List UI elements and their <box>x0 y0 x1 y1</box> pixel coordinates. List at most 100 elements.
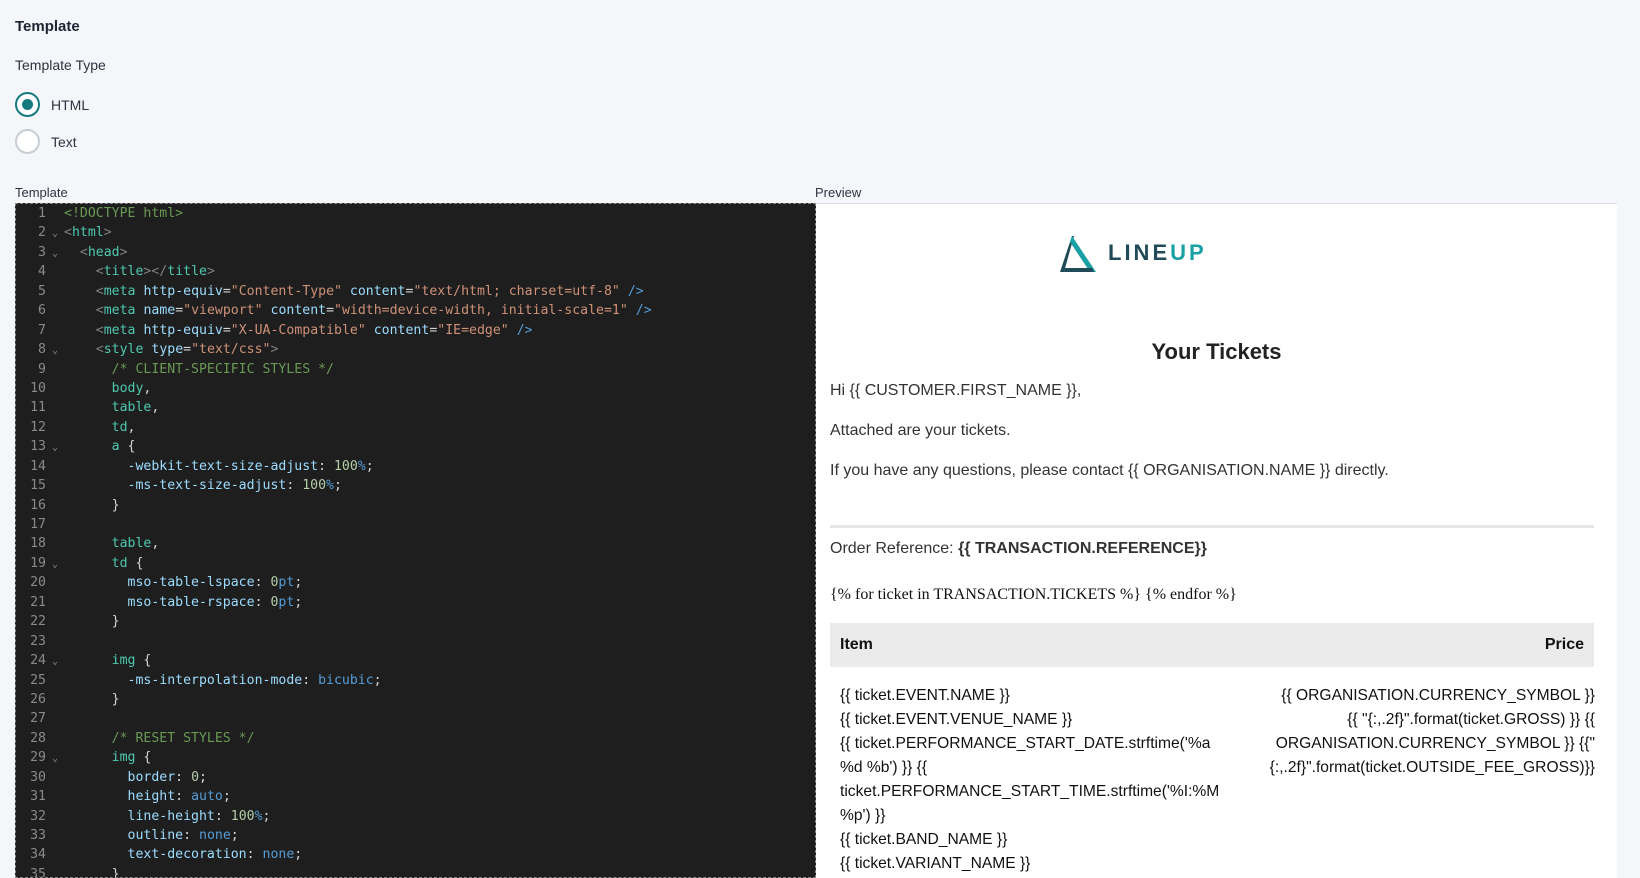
code-line[interactable]: 12 td, <box>16 418 815 437</box>
line-number: 29 <box>30 750 46 766</box>
code-text: } <box>64 614 120 630</box>
code-line[interactable]: 17 <box>16 515 815 534</box>
code-line[interactable]: 2 ⌄ <html> <box>16 223 815 242</box>
order-reference-value: {{ TRANSACTION.REFERENCE}} <box>958 540 1207 557</box>
code-line[interactable]: 7 <meta http-equiv="X-UA-Compatible" con… <box>16 321 815 340</box>
code-text: <!DOCTYPE html> <box>64 206 184 221</box>
table-header: Item Price <box>830 623 1594 667</box>
code-text: table, <box>111 536 160 552</box>
template-type-label: Template Type <box>15 57 106 73</box>
code-text: <meta name="viewport" content="width=dev… <box>95 303 652 319</box>
line-number: 30 <box>30 769 46 785</box>
code-line[interactable]: 14 -webkit-text-size-adjust: 100%; <box>16 457 815 476</box>
item-line: {{ ticket.PERFORMANCE_START_DATE.strftim… <box>840 735 1211 752</box>
code-line[interactable]: 22 } <box>16 612 815 631</box>
code-editor[interactable]: 1 <!DOCTYPE html> 2 ⌄ <html> 3 ⌄ <head> 4 <titl… <box>15 203 816 878</box>
code-line[interactable]: 3 ⌄ <head> <box>16 243 815 262</box>
code-line[interactable]: 15 -ms-text-size-adjust: 100%; <box>16 476 815 495</box>
code-text: -ms-text-size-adjust: 100%; <box>127 478 342 494</box>
table-col-price: Price <box>1544 636 1584 653</box>
code-text: mso-table-rspace: 0pt; <box>127 594 303 610</box>
line-number: 31 <box>30 789 46 805</box>
line-number: 11 <box>30 400 46 416</box>
code-text: td { <box>111 555 144 571</box>
line-number: 1 <box>38 206 46 221</box>
code-text: -ms-interpolation-mode: bicubic; <box>127 672 382 688</box>
code-line[interactable]: 30 border: 0; <box>16 768 815 787</box>
code-text: <meta http-equiv="X-UA-Compatible" conte… <box>95 322 533 338</box>
code-line[interactable]: 31 height: auto; <box>16 787 815 806</box>
line-number: 16 <box>30 497 46 513</box>
code-line[interactable]: 34 text-decoration: none; <box>16 845 815 864</box>
divider <box>830 525 1594 528</box>
code-text: outline: none; <box>127 828 239 843</box>
code-line[interactable]: 23 <box>16 632 815 651</box>
code-line[interactable]: 9 /* CLIENT-SPECIFIC STYLES */ <box>16 360 815 379</box>
fold-chevron-icon[interactable]: ⌄ <box>46 244 64 263</box>
code-line[interactable]: 5 <meta http-equiv="Content-Type" conten… <box>16 282 815 301</box>
code-line[interactable]: 28 /* RESET STYLES */ <box>16 729 815 748</box>
table-cell-item: {{ ticket.EVENT.NAME }} {{ ticket.EVENT.V… <box>840 684 1230 876</box>
radio-text-button[interactable] <box>15 129 40 154</box>
fold-chevron-icon[interactable]: ⌄ <box>46 224 64 243</box>
preview-panel: LINEUP Your Tickets Hi {{ CUSTOMER.FIRST… <box>816 203 1617 878</box>
code-line[interactable]: 10 body, <box>16 379 815 398</box>
code-text: img { <box>111 750 152 766</box>
code-line[interactable]: 6 <meta name="viewport" content="width=d… <box>16 301 815 320</box>
code-line[interactable]: 8 ⌄ <style type="text/css"> <box>16 340 815 359</box>
line-number: 33 <box>30 828 46 843</box>
radio-html-label: HTML <box>51 96 90 113</box>
code-line[interactable]: 29 ⌄ img { <box>16 748 815 767</box>
code-text: /* RESET STYLES */ <box>111 730 255 746</box>
fold-chevron-icon[interactable]: ⌄ <box>46 341 64 360</box>
line-number: 32 <box>30 808 46 824</box>
item-line: {{ ticket.EVENT.NAME }} <box>840 687 1010 704</box>
code-text: <head> <box>79 244 128 260</box>
code-line[interactable]: 35 } <box>16 865 815 878</box>
radio-html[interactable]: HTML <box>15 92 89 117</box>
line-number: 17 <box>30 517 46 532</box>
line-number: 26 <box>30 691 46 707</box>
code-line[interactable]: 11 table, <box>16 398 815 417</box>
code-line[interactable]: 21 mso-table-rspace: 0pt; <box>16 593 815 612</box>
template-panel-label: Template <box>15 185 68 200</box>
code-line[interactable]: 32 line-height: 100%; <box>16 807 815 826</box>
fold-chevron-icon[interactable]: ⌄ <box>46 652 64 671</box>
fold-chevron-icon[interactable]: ⌄ <box>46 749 64 768</box>
preview-line2: If you have any questions, please contac… <box>830 462 1389 479</box>
code-line[interactable]: 25 -ms-interpolation-mode: bicubic; <box>16 671 815 690</box>
code-text: <style type="text/css"> <box>95 342 279 358</box>
code-line[interactable]: 33 outline: none; <box>16 826 815 845</box>
fold-chevron-icon[interactable]: ⌄ <box>46 555 64 574</box>
line-number: 8 <box>38 342 46 358</box>
code-line[interactable]: 27 <box>16 709 815 728</box>
code-line[interactable]: 24 ⌄ img { <box>16 651 815 670</box>
code-line[interactable]: 1 <!DOCTYPE html> <box>16 204 815 223</box>
code-text: <meta http-equiv="Content-Type" content=… <box>95 283 644 299</box>
code-text: body, <box>111 380 152 396</box>
lineup-logo-icon <box>1060 236 1096 272</box>
line-number: 14 <box>30 458 46 474</box>
code-line[interactable]: 20 mso-table-lspace: 0pt; <box>16 573 815 592</box>
line-number: 35 <box>30 866 46 878</box>
code-text: table, <box>111 400 160 416</box>
radio-html-button[interactable] <box>15 92 40 117</box>
fold-chevron-icon[interactable]: ⌄ <box>46 438 64 457</box>
item-line: %d %b') }} {{ <box>840 759 928 776</box>
code-line[interactable]: 19 ⌄ td { <box>16 554 815 573</box>
code-line[interactable]: 16 } <box>16 496 815 515</box>
code-text: border: 0; <box>127 769 207 785</box>
code-line[interactable]: 26 } <box>16 690 815 709</box>
code-line[interactable]: 13 ⌄ a { <box>16 437 815 456</box>
preview-line1: Attached are your tickets. <box>830 422 1011 439</box>
table-col-item: Item <box>840 636 873 653</box>
code-line[interactable]: 18 table, <box>16 534 815 553</box>
line-number: 12 <box>30 419 46 435</box>
code-line[interactable]: 4 <title></title> <box>16 262 815 281</box>
line-number: 6 <box>38 303 46 319</box>
price-line: {{ "{:,.2f}".format(ticket.GROSS) }} {{ <box>1347 711 1595 728</box>
line-number: 4 <box>38 264 46 280</box>
line-number: 13 <box>30 439 46 455</box>
radio-text[interactable]: Text <box>15 129 77 154</box>
radio-text-label: Text <box>51 133 77 150</box>
